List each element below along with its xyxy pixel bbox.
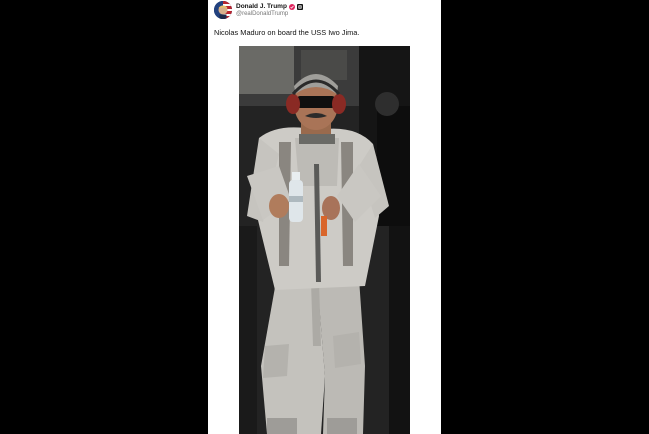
social-post-card: Donald J. Trump @realDonaldTrump Nicolas…	[208, 0, 441, 434]
post-text: Nicolas Maduro on board the USS Iwo Jima…	[214, 28, 360, 37]
screenshot-frame: Donald J. Trump @realDonaldTrump Nicolas…	[0, 0, 649, 434]
author-handle[interactable]: @realDonaldTrump	[236, 10, 288, 18]
author-avatar[interactable]	[214, 1, 232, 19]
verified-badge-icon	[288, 3, 295, 10]
photo-image	[239, 46, 410, 434]
affiliation-flag-icon	[296, 3, 303, 10]
post-photo[interactable]	[239, 46, 410, 434]
